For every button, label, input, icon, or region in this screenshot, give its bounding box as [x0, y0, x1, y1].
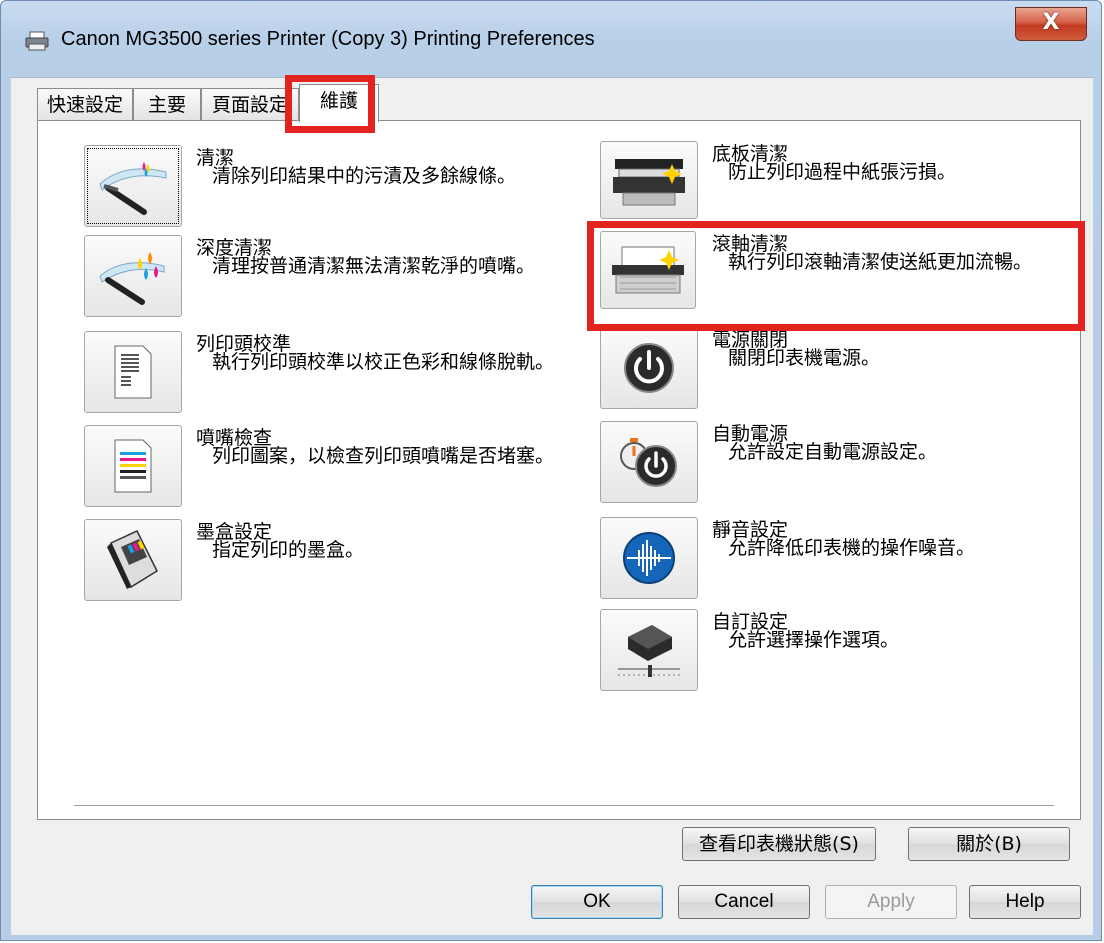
ink-cartridge-settings-button[interactable] — [84, 519, 182, 601]
power-icon — [624, 343, 674, 393]
bottom-plate-icon — [613, 159, 685, 206]
ok-button[interactable]: OK — [531, 885, 663, 919]
bottom-plate-cleaning-desc: 防止列印過程中紙張污損。 — [728, 161, 957, 183]
nozzle-check-button[interactable] — [84, 425, 182, 507]
window-title: Canon MG3500 series Printer (Copy 3) Pri… — [61, 28, 595, 50]
roller-cleaning-desc: 執行列印滾軸清潔使送紙更加流暢。 — [728, 251, 1033, 273]
custom-settings-desc: 允許選擇操作選項。 — [728, 629, 900, 651]
ink-cartridge-settings-desc: 指定列印的墨盒。 — [212, 539, 365, 561]
quiet-settings-button[interactable] — [600, 517, 698, 599]
tab-quick-setup[interactable]: 快速設定 — [37, 88, 133, 120]
about-button[interactable]: 關於(B) — [908, 827, 1070, 861]
apply-button[interactable]: Apply — [825, 885, 957, 919]
cancel-button[interactable]: Cancel — [678, 885, 810, 919]
auto-power-icon — [620, 438, 677, 487]
deep-cleaning-icon — [99, 252, 165, 305]
custom-settings-icon — [618, 625, 680, 677]
quiet-settings-desc: 允許降低印表機的操作噪音。 — [728, 537, 976, 559]
cleaning-button[interactable] — [84, 145, 182, 227]
roller-cleaning-button[interactable] — [600, 231, 696, 309]
print-head-alignment-desc: 執行列印頭校準以校正色彩和線條脫軌。 — [212, 351, 555, 373]
roller-cleaning-icon — [612, 246, 684, 294]
about-label: 關於(B) — [956, 833, 1022, 855]
printing-preferences-window: Canon MG3500 series Printer (Copy 3) Pri… — [0, 0, 1102, 941]
panel-separator — [74, 805, 1054, 807]
printer-icon — [25, 31, 49, 51]
tab-page-setup[interactable]: 頁面設定 — [201, 88, 299, 120]
close-icon: X — [1042, 10, 1060, 35]
power-off-button[interactable] — [600, 327, 698, 409]
alignment-sheet-icon — [114, 345, 152, 399]
close-button[interactable]: X — [1015, 7, 1087, 41]
auto-power-desc: 允許設定自動電源設定。 — [728, 441, 938, 463]
maintenance-panel: 清潔 清除列印結果中的污漬及多餘線條。 深度清潔 清理按普通清潔無法清潔乾淨的噴… — [37, 120, 1085, 861]
cleaning-desc: 清除列印結果中的污漬及多餘線條。 — [212, 165, 517, 187]
auto-power-button[interactable] — [600, 421, 698, 503]
dialog-client-area: 快速設定 主要 頁面設定 維護 清潔 清除列印結果中的污漬及多餘線條。 深度清潔… — [11, 75, 1093, 935]
sound-wave-icon — [623, 532, 675, 584]
custom-settings-button[interactable] — [600, 609, 698, 691]
nozzle-pattern-icon — [114, 439, 152, 493]
tab-main[interactable]: 主要 — [133, 88, 201, 120]
title-bar[interactable]: Canon MG3500 series Printer (Copy 3) Pri… — [1, 1, 1101, 77]
view-printer-status-button[interactable]: 查看印表機狀態(S) — [682, 827, 876, 861]
help-button[interactable]: Help — [969, 885, 1081, 919]
ink-cartridge-icon — [107, 530, 158, 589]
cleaning-icon — [99, 162, 167, 215]
deep-cleaning-desc: 清理按普通清潔無法清潔乾淨的噴嘴。 — [212, 255, 536, 277]
deep-cleaning-button[interactable] — [84, 235, 182, 317]
print-head-alignment-button[interactable] — [84, 331, 182, 413]
tab-maintenance[interactable]: 維護 — [299, 84, 379, 122]
power-off-desc: 關閉印表機電源。 — [728, 347, 881, 369]
view-printer-status-label: 查看印表機狀態(S) — [699, 833, 859, 855]
bottom-plate-cleaning-button[interactable] — [600, 141, 698, 219]
nozzle-check-desc: 列印圖案，以檢查列印頭噴嘴是否堵塞。 — [212, 445, 555, 467]
